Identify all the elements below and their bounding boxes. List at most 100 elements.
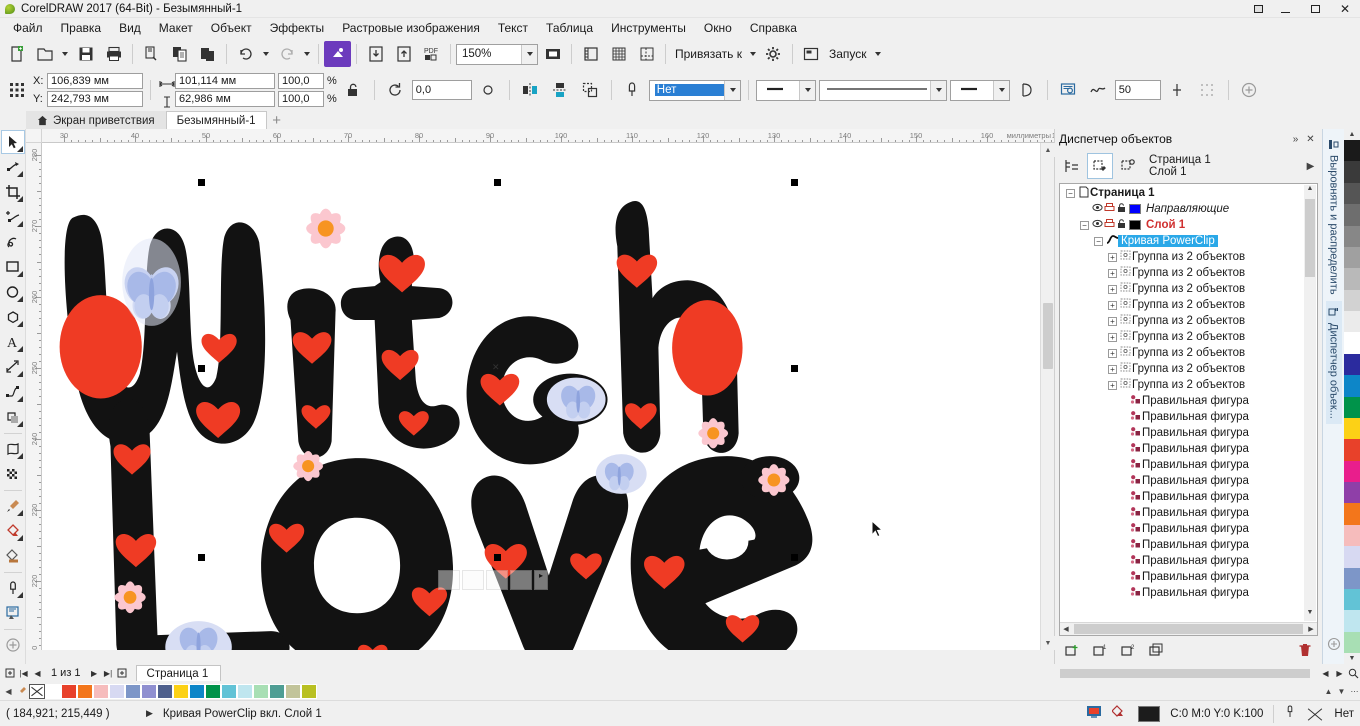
application-launcher-button[interactable]	[798, 41, 825, 67]
line-style-combo[interactable]	[818, 79, 947, 101]
palette-strip-scroll-down[interactable]: ▼	[1344, 653, 1360, 664]
palette-strip-color-cell[interactable]	[1344, 140, 1360, 162]
palette-color-swatch[interactable]	[285, 683, 301, 699]
x-position-input[interactable]: 106,839 мм	[47, 73, 143, 89]
object-tree-row[interactable]: Правильная фигура	[1060, 489, 1317, 505]
object-tree-row[interactable]: − Слой 1	[1060, 217, 1317, 233]
palette-strip-color-cell[interactable]	[1344, 332, 1360, 354]
publish-pdf-button[interactable]: PDF	[418, 41, 445, 67]
palette-color-swatch[interactable]	[253, 683, 269, 699]
menu-window[interactable]: Окно	[695, 19, 741, 37]
zoom-fit-button[interactable]	[1347, 666, 1360, 681]
edit-across-layers-button[interactable]	[1115, 153, 1141, 179]
snap-to-label[interactable]: Привязать к	[671, 47, 746, 61]
menu-tools[interactable]: Инструменты	[602, 19, 695, 37]
pick-tool[interactable]	[0, 130, 25, 154]
tree-scroll-thumb[interactable]	[1305, 199, 1315, 277]
docker-tab-object-manager[interactable]: Диспетчер объек...	[1325, 300, 1342, 425]
palette-color-swatch[interactable]	[173, 683, 189, 699]
palette-strip-color-cell[interactable]	[1344, 396, 1360, 418]
launcher-label[interactable]: Запуск	[825, 47, 871, 61]
next-page-button[interactable]: ▶	[88, 666, 101, 681]
open-document-button[interactable]	[31, 41, 58, 67]
tree-expander-icon[interactable]: −	[1080, 220, 1089, 230]
add-page-before-button[interactable]	[3, 666, 16, 681]
palette-strip-color-cell[interactable]	[1344, 482, 1360, 504]
trace-bitmap-button[interactable]	[1194, 77, 1221, 103]
object-tree-row[interactable]: Правильная фигура	[1060, 473, 1317, 489]
copy-button[interactable]	[166, 41, 193, 67]
tree-expander-icon[interactable]: +	[1108, 332, 1117, 342]
palette-strip-color-cell[interactable]	[1344, 610, 1360, 632]
drawing-canvas[interactable]: ✕ ▸	[42, 143, 1040, 650]
tree-expander-icon[interactable]: +	[1108, 252, 1117, 262]
show-rulers-button[interactable]	[577, 41, 604, 67]
palette-color-swatch[interactable]	[61, 683, 77, 699]
palette-color-swatch[interactable]	[269, 683, 285, 699]
fill-tool[interactable]	[1, 601, 25, 625]
tab-untitled-1[interactable]: Безымянный-1	[165, 111, 267, 129]
paste-button[interactable]	[194, 41, 221, 67]
scroll-down-button[interactable]: ▼	[1041, 636, 1055, 650]
horizontal-ruler[interactable]: миллиметры 30 40 50 60 70 80 90 100 110 120 130 140…	[42, 129, 1054, 143]
object-tree-row[interactable]: Правильная фигура	[1060, 585, 1317, 601]
end-arrowhead-dropdown[interactable]	[992, 80, 1009, 100]
palette-strip-color-cell[interactable]	[1344, 460, 1360, 482]
canvas-vertical-scrollbar[interactable]: ▲ ▼	[1040, 143, 1055, 650]
tree-expander-icon[interactable]: +	[1108, 364, 1117, 374]
redo-dropdown[interactable]	[300, 41, 313, 67]
launcher-dropdown[interactable]	[871, 41, 884, 67]
color-proof-icon[interactable]	[1086, 705, 1102, 722]
palette-strip-scroll-up[interactable]: ▲	[1344, 129, 1360, 140]
dimension-tool[interactable]	[1, 355, 25, 379]
palette-color-swatch[interactable]	[141, 683, 157, 699]
status-expand-arrow[interactable]: ▶	[146, 708, 153, 719]
palette-color-swatch[interactable]	[157, 683, 173, 699]
object-width-input[interactable]: 101,114 мм	[175, 73, 275, 89]
transparency-tool[interactable]	[1, 462, 25, 486]
tab-welcome-screen[interactable]: Экран приветствия	[26, 111, 166, 129]
palette-strip-color-cell[interactable]	[1344, 161, 1360, 183]
object-tree-row[interactable]: + Группа из 2 объектов	[1060, 249, 1317, 265]
selection-handle-br[interactable]	[791, 554, 798, 561]
palette-color-swatch[interactable]	[125, 683, 141, 699]
zoom-tool[interactable]	[1, 205, 25, 229]
quick-customize-toolbox-button[interactable]	[1, 633, 25, 657]
first-page-button[interactable]: |◀	[17, 666, 30, 681]
vertical-ruler[interactable]: 280 270 260 250 240 230 220 210	[26, 143, 42, 650]
cut-button[interactable]	[138, 41, 165, 67]
object-tree-row[interactable]: Направляющие	[1060, 201, 1317, 217]
search-content-button[interactable]	[324, 41, 351, 67]
quick-customize-property-button[interactable]	[1236, 77, 1263, 103]
ellipse-tool[interactable]	[1, 280, 25, 304]
undo-button[interactable]	[232, 41, 259, 67]
palette-strip-color-cell[interactable]	[1344, 182, 1360, 205]
outline-width-combo[interactable]: Нет	[648, 79, 741, 101]
palette-strip-color-cell[interactable]	[1344, 503, 1360, 525]
palette-strip-color-cell[interactable]	[1344, 375, 1360, 397]
tree-expander-icon[interactable]: +	[1108, 348, 1117, 358]
palette-no-color-swatch[interactable]	[29, 683, 45, 699]
connector-tool[interactable]	[1, 380, 25, 404]
palette-scroll-left[interactable]: ◀	[3, 684, 14, 698]
tree-scroll-up-button[interactable]: ▲	[1304, 185, 1316, 197]
layer-lock-icon[interactable]	[1116, 218, 1127, 232]
menu-table[interactable]: Таблица	[537, 19, 602, 37]
text-tool[interactable]: A	[1, 330, 25, 354]
object-height-input[interactable]: 62,986 мм	[175, 91, 275, 107]
palette-strip-color-cell[interactable]	[1344, 417, 1360, 440]
powerclip-floating-toolbar[interactable]: ▸	[438, 570, 548, 590]
rectangle-tool[interactable]	[1, 255, 25, 279]
layer-manager-view-button[interactable]	[1087, 153, 1113, 179]
window-restore-small-button[interactable]	[1246, 0, 1270, 18]
add-page-after-button[interactable]	[116, 666, 129, 681]
menu-effects[interactable]: Эффекты	[261, 19, 334, 37]
palette-strip-color-cell[interactable]	[1344, 353, 1360, 376]
scroll-up-button[interactable]: ▲	[1041, 143, 1055, 157]
lock-ratio-button[interactable]	[340, 77, 367, 103]
menu-text[interactable]: Текст	[489, 19, 537, 37]
palette-color-swatch[interactable]	[237, 683, 253, 699]
palette-scroll-up[interactable]: ▲	[1323, 684, 1334, 698]
outline-tool[interactable]	[1, 576, 25, 600]
tree-expander-icon[interactable]: +	[1108, 316, 1117, 326]
